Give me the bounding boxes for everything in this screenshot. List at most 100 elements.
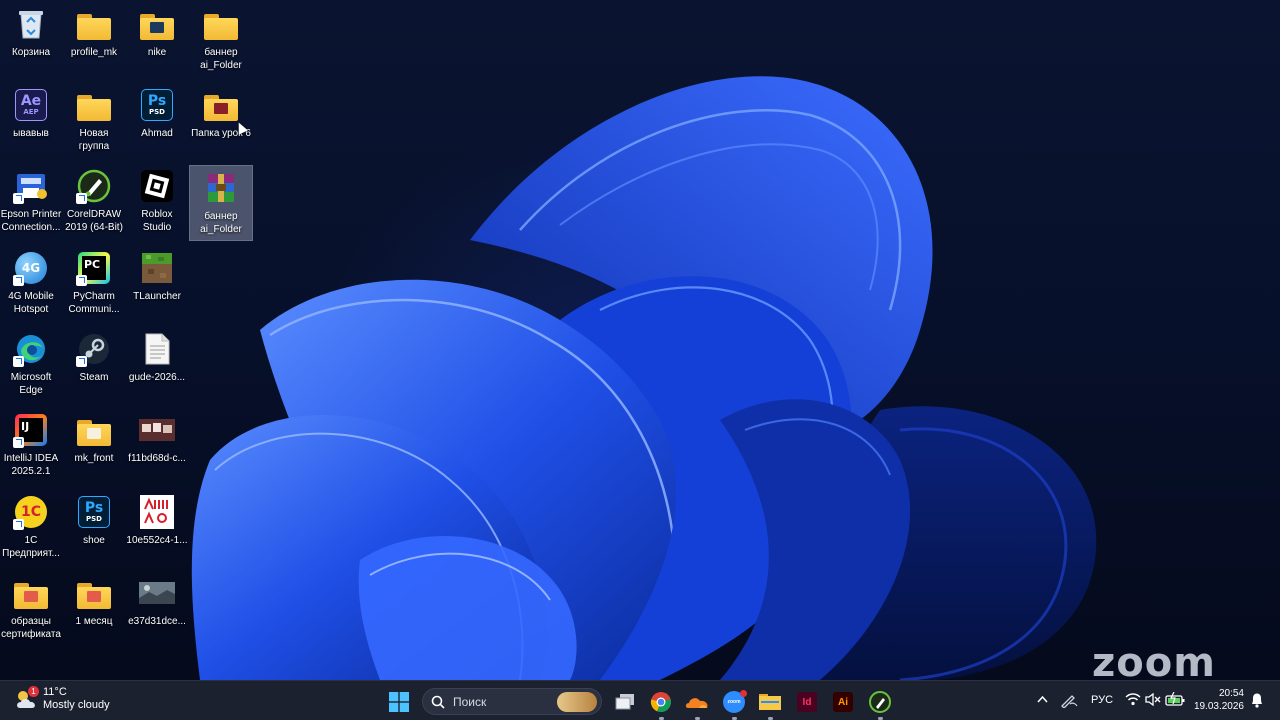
desktop-icon-folder-nike[interactable]: nike [126,2,188,76]
desktop-icon-label: shoe [83,535,105,546]
battery-charging-icon [1165,691,1185,706]
edge-icon [13,331,49,367]
desktop-icon-folder-certificates[interactable]: образцы сертификата [0,571,62,645]
desktop-icon-label: Roblox Studio [141,209,173,233]
desktop-icon-coreldraw[interactable]: CorelDRAW 2019 (64-Bit) [63,164,125,238]
folder-icon [759,694,781,710]
desktop-icon-edge[interactable]: Microsoft Edge [0,327,62,401]
speaker-muted-icon [1145,692,1161,707]
pycharm-icon: PC [76,250,112,286]
desktop-icon-text-gude[interactable]: gude-2026... [126,327,188,401]
notifications-button[interactable] [1250,692,1264,711]
desktop-icon-intellij[interactable]: IJ IntelliJ IDEA 2025.2.1 [0,408,62,482]
taskbar-search-box[interactable]: Поиск [422,688,602,715]
shortcut-arrow-icon [76,193,87,204]
hotspot-badge-text: 4G [21,261,41,275]
desktop-icon-steam[interactable]: Steam [63,327,125,401]
coreldraw-icon [76,168,112,204]
pycharm-badge-text: PC [84,258,101,271]
desktop-icon-psd-shoe[interactable]: Ps PSD shoe [63,490,125,564]
desktop-icon-image-10e552c4[interactable]: 10e552c4-1... [126,490,188,564]
folder-icon [76,412,112,448]
desktop-icon-folder-new-group[interactable]: Новая группа [63,83,125,157]
desktop-icon-epson-printer[interactable]: Epson Printer Connection... [0,164,62,238]
chrome-button[interactable] [648,689,674,720]
weather-badge: 1 [28,686,39,697]
text-document-icon [139,331,175,367]
input-language-indicator[interactable]: РУС [1091,694,1113,706]
indesign-badge-text: Id [802,696,812,708]
folder-icon [76,6,112,42]
1c-enterprise-icon: 1С [13,494,49,530]
show-hidden-icons-button[interactable] [1037,694,1048,706]
desktop-icon-image-e37d31dce[interactable]: e37d31dce... [126,571,188,645]
desktop-icon-1c[interactable]: 1С 1С Предприят... [0,490,62,564]
shortcut-arrow-icon [76,356,87,367]
search-highlight-image [557,692,597,712]
ps-badge-text: Ps [84,500,104,516]
desktop-icon-label: 1 месяц [75,616,113,627]
desktop-icon-label: Ahmad [141,128,173,139]
desktop-icon-label: e37d31dce... [128,616,186,627]
pen-menu-button[interactable] [1060,692,1078,711]
image-file-icon [139,412,175,448]
desktop-icon-tlauncher[interactable]: TLauncher [126,246,188,320]
cloud-icon [685,698,708,708]
shortcut-arrow-icon [13,275,24,286]
zoom-button[interactable]: zoom [721,689,747,720]
desktop-icon-pycharm[interactable]: PC PyCharm Communi... [63,246,125,320]
chrome-icon [650,692,671,713]
folder-icon [203,87,239,123]
partly-cloudy-icon: 1 [14,686,40,710]
desktop: Корзина Ae AEP ывавыв Epson Printer Conn… [0,0,1280,680]
desktop-icon-folder-profile-mk[interactable]: profile_mk [63,2,125,76]
desktop-icon-label: 4G Mobile Hotspot [8,291,54,315]
indesign-button[interactable]: Id [794,689,820,715]
illustrator-button[interactable]: Ai [830,689,856,715]
desktop-icon-label: CorelDRAW 2019 (64-Bit) [65,209,123,233]
start-button[interactable] [386,689,412,715]
desktop-icon-label: 1С Предприят... [2,535,60,559]
network-button[interactable] [1125,693,1141,709]
desktop-icon-recycle-bin[interactable]: Корзина [0,2,62,76]
coreldraw-icon [869,691,891,713]
battery-button[interactable] [1165,691,1185,709]
weather-widget[interactable]: 1 11°C Mostly cloudy [14,686,110,712]
desktop-icon-roblox-studio[interactable]: Roblox Studio [126,164,188,238]
weather-condition: Mostly cloudy [43,699,110,711]
clock-time: 20:54 [1218,688,1244,699]
desktop-icon-folder-banner[interactable]: баннер ai_Folder [190,2,252,76]
ps-sub-text: PSD [86,515,102,523]
winrar-archive-icon [203,170,239,206]
mobile-hotspot-icon: 4G [13,250,49,286]
desktop-icon-label: mk_front [74,453,114,464]
file-explorer-button[interactable] [757,689,783,720]
intellij-idea-icon: IJ [13,412,49,448]
recycle-bin-icon [13,6,49,42]
desktop-icon-label: nike [147,47,167,58]
taskbar-clock[interactable]: 20:54 19.03.2026 [1192,687,1244,713]
pen-icon [1061,695,1078,709]
desktop-icon-archive-banner[interactable]: баннер ai_Folder [189,165,253,241]
desktop-icon-folder-mk-front[interactable]: mk_front [63,408,125,482]
desktop-icon-label: gude-2026... [128,372,186,383]
shortcut-arrow-icon [13,437,24,448]
cloudflare-button[interactable] [684,689,710,720]
desktop-icon-folder-1-month[interactable]: 1 месяц [63,571,125,645]
task-view-button[interactable] [612,689,638,715]
desktop-icon-ae-project[interactable]: Ae AEP ывавыв [0,83,62,157]
folder-icon [76,575,112,611]
coreldraw-button[interactable] [867,689,893,720]
shortcut-arrow-icon [13,193,24,204]
volume-button[interactable] [1145,692,1161,709]
tlauncher-icon [139,250,175,286]
epson-printer-icon [13,168,49,204]
desktop-icon-4g-hotspot[interactable]: 4G 4G Mobile Hotspot [0,246,62,320]
desktop-icon-label: баннер ai_Folder [200,47,242,71]
desktop-icon-psd-ahmad[interactable]: Ps PSD Ahmad [126,83,188,157]
ae-sub-text: AEP [23,108,39,116]
chevron-up-icon [1037,695,1048,703]
desktop-icon-label: Microsoft Edge [10,372,52,396]
ps-sub-text: PSD [149,108,165,116]
desktop-icon-image-f11bd68d[interactable]: f11bd68d-c... [126,408,188,482]
